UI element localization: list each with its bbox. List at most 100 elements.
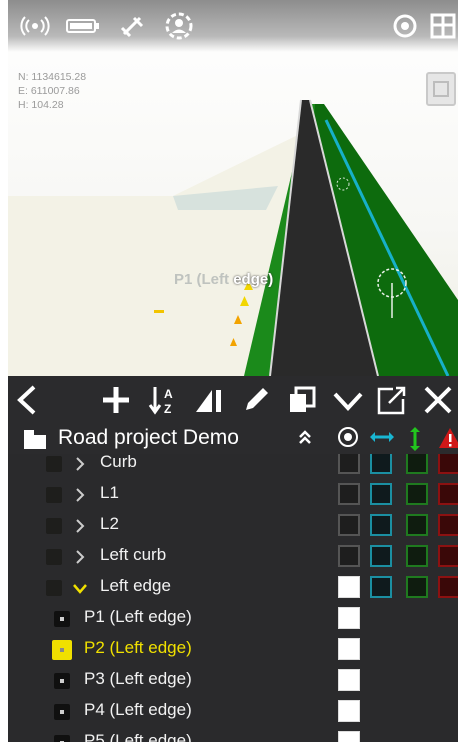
visibility-checkbox[interactable] — [338, 638, 360, 660]
map-toggle-button[interactable] — [426, 72, 456, 106]
visibility-checkbox[interactable] — [338, 514, 360, 536]
object-tree: Curb L1 L2 Left curb Left edge P1 (Left … — [8, 454, 458, 742]
point-icon — [54, 735, 70, 742]
tree-item-label: P2 (Left edge) — [84, 638, 192, 657]
point-icon — [54, 704, 70, 720]
tree-item-label: Curb — [100, 454, 137, 471]
point-label: P1 (Left edge) — [174, 271, 273, 288]
project-folder-icon — [22, 427, 48, 456]
visibility-checkbox[interactable] — [338, 454, 360, 474]
line-icon — [46, 549, 62, 565]
back-icon[interactable] — [10, 382, 46, 418]
app-frame: N: 1134615.28 E: 611007.86 H: 104.28 P1 … — [8, 0, 458, 742]
warning-icon — [438, 426, 458, 455]
tree-item-label: P5 (Left edge) — [84, 731, 192, 742]
status-bar — [8, 0, 458, 52]
line-icon — [46, 518, 62, 534]
line-icon — [46, 580, 62, 596]
visibility-checkbox[interactable] — [338, 576, 360, 598]
visibility-icon — [337, 426, 359, 453]
horizontal-checkbox[interactable] — [370, 454, 392, 474]
open-external-icon[interactable] — [374, 382, 410, 418]
warning-checkbox[interactable] — [438, 545, 458, 567]
chevron-down-icon[interactable] — [72, 582, 88, 600]
battery-icon — [66, 10, 100, 42]
horizontal-checkbox[interactable] — [370, 514, 392, 536]
point-label-solid: edge) — [233, 271, 274, 288]
point-icon — [54, 611, 70, 627]
edit-icon[interactable] — [238, 382, 274, 418]
measure-icon[interactable] — [192, 382, 228, 418]
point-icon — [52, 640, 72, 660]
vertical-checkbox[interactable] — [406, 576, 428, 598]
horizontal-checkbox[interactable] — [370, 576, 392, 598]
tree-row-point[interactable]: P4 (Left edge) — [8, 696, 458, 727]
visibility-checkbox[interactable] — [338, 669, 360, 691]
tree-row-line[interactable]: Curb — [8, 454, 458, 479]
layers-icon[interactable] — [426, 10, 458, 42]
vertical-checkbox[interactable] — [406, 454, 428, 474]
horizontal-checkbox[interactable] — [370, 545, 392, 567]
gnss-signal-icon[interactable] — [18, 10, 52, 42]
coordinate-readout: N: 1134615.28 E: 611007.86 H: 104.28 — [18, 70, 86, 112]
vertical-checkbox[interactable] — [406, 483, 428, 505]
point-icon — [54, 673, 70, 689]
road-scene — [8, 99, 458, 376]
vertical-checkbox[interactable] — [406, 514, 428, 536]
line-icon — [46, 487, 62, 503]
svg-text:A: A — [164, 387, 173, 401]
project-title[interactable]: Road project Demo — [58, 426, 239, 450]
copy-icon[interactable] — [284, 382, 320, 418]
tree-row-point[interactable]: P3 (Left edge) — [8, 665, 458, 696]
tree-row-line[interactable]: Left edge — [8, 572, 458, 603]
edit-toolbar: AZ — [8, 376, 458, 424]
tree-row-point[interactable]: P1 (Left edge) — [8, 603, 458, 634]
tree-item-label: Left edge — [100, 576, 171, 595]
check-icon[interactable] — [330, 382, 366, 418]
chevron-right-icon[interactable] — [75, 456, 85, 477]
collapse-all-icon[interactable] — [297, 428, 313, 453]
visibility-checkbox[interactable] — [338, 607, 360, 629]
tree-item-label: P3 (Left edge) — [84, 669, 192, 688]
tree-item-label: P1 (Left edge) — [84, 607, 192, 626]
satellite-off-icon[interactable] — [116, 10, 150, 42]
visibility-checkbox[interactable] — [338, 545, 360, 567]
tree-row-line[interactable]: L2 — [8, 510, 458, 541]
tree-row-line[interactable]: Left curb — [8, 541, 458, 572]
vertical-icon — [408, 426, 422, 457]
tree-item-label: L1 — [100, 483, 119, 502]
target-location-icon[interactable] — [388, 10, 422, 42]
tree-item-label: Left curb — [100, 545, 167, 564]
visibility-checkbox[interactable] — [338, 731, 360, 742]
height-value: H: 104.28 — [18, 99, 64, 111]
tree-item-label: L2 — [100, 514, 119, 533]
add-icon[interactable] — [98, 382, 134, 418]
point-label-ghost: P1 (Left — [174, 271, 230, 288]
chevron-right-icon[interactable] — [75, 487, 85, 508]
tree-row-point[interactable]: P2 (Left edge) — [8, 634, 458, 665]
project-header: Road project Demo — [8, 424, 458, 454]
close-icon[interactable] — [420, 382, 456, 418]
point-marker — [154, 310, 164, 313]
warning-checkbox[interactable] — [438, 576, 458, 598]
northing-value: N: 1134615.28 — [18, 71, 87, 83]
visibility-checkbox[interactable] — [338, 700, 360, 722]
warning-checkbox[interactable] — [438, 514, 458, 536]
tree-item-label: P4 (Left edge) — [84, 700, 192, 719]
visibility-checkbox[interactable] — [338, 483, 360, 505]
operator-settings-icon[interactable] — [162, 10, 196, 42]
chevron-right-icon[interactable] — [75, 518, 85, 539]
easting-value: E: 611007.86 — [18, 85, 80, 97]
warning-checkbox[interactable] — [438, 483, 458, 505]
line-icon — [46, 456, 62, 472]
warning-checkbox[interactable] — [438, 454, 458, 474]
svg-text:Z: Z — [164, 402, 171, 416]
sort-az-icon[interactable]: AZ — [146, 382, 182, 418]
chevron-right-icon[interactable] — [75, 549, 85, 570]
tree-row-line[interactable]: L1 — [8, 479, 458, 510]
tree-row-point[interactable]: P5 (Left edge) — [8, 727, 458, 742]
3d-view[interactable]: N: 1134615.28 E: 611007.86 H: 104.28 P1 … — [8, 0, 458, 376]
vertical-checkbox[interactable] — [406, 545, 428, 567]
horizontal-icon — [369, 430, 395, 449]
horizontal-checkbox[interactable] — [370, 483, 392, 505]
